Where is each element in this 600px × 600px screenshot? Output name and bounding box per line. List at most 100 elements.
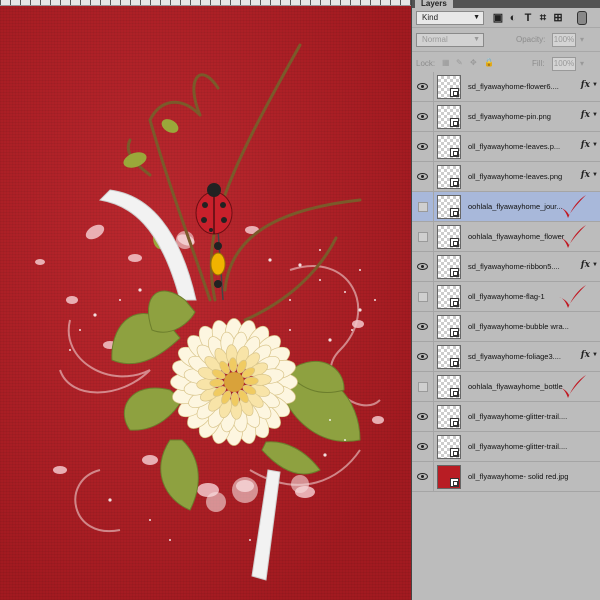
layer-name[interactable]: sd_flyawayhome-flower6.... xyxy=(468,81,576,93)
layer-row[interactable]: oll_flyawayhome- solid red.jpg xyxy=(412,462,600,492)
smart-object-icon xyxy=(450,88,459,97)
layer-name[interactable]: oll_flyawayhome-bubble wra... xyxy=(468,321,576,333)
checkmark-icon xyxy=(559,195,586,218)
visibility-toggle[interactable] xyxy=(412,102,434,132)
layer-row[interactable]: oohlala_flyawayhome_flower xyxy=(412,222,600,252)
layer-row[interactable]: oll_flyawayhome-leaves.png fx ▼ xyxy=(412,162,600,192)
lock-transparent-icon[interactable]: ▦ xyxy=(442,57,450,69)
layer-thumbnail[interactable] xyxy=(437,465,461,489)
visibility-toggle[interactable] xyxy=(412,282,434,312)
opacity-field[interactable]: 100% xyxy=(552,33,576,47)
lock-label: Lock: xyxy=(416,59,436,68)
chevron-down-icon[interactable]: ▾ xyxy=(580,58,584,70)
layer-thumbnail[interactable] xyxy=(437,315,461,339)
visibility-toggle[interactable] xyxy=(412,312,434,342)
chevron-down-icon[interactable]: ▼ xyxy=(592,112,598,118)
chevron-down-icon[interactable]: ▼ xyxy=(592,172,598,178)
visibility-toggle[interactable] xyxy=(412,252,434,282)
layer-row[interactable]: sd_flyawayhome-pin.png fx ▼ xyxy=(412,102,600,132)
image-filter-icon[interactable]: ▣ xyxy=(492,12,504,24)
layer-row[interactable]: oll_flyawayhome-bubble wra... xyxy=(412,312,600,342)
layer-row[interactable]: oll_flyawayhome-flag-1 xyxy=(412,282,600,312)
fill-field[interactable]: 100% xyxy=(552,57,576,71)
layer-thumbnail[interactable] xyxy=(437,375,461,399)
visibility-toggle[interactable] xyxy=(412,372,434,402)
dahlia-flower xyxy=(170,318,298,446)
eye-icon xyxy=(417,143,428,150)
visibility-toggle[interactable] xyxy=(412,132,434,162)
eye-icon xyxy=(417,323,428,330)
layer-name[interactable]: oll_flyawayhome-glitter-trail.... xyxy=(468,411,576,423)
eye-icon xyxy=(417,353,428,360)
layer-thumbnail[interactable] xyxy=(437,285,461,309)
chevron-down-icon[interactable]: ▼ xyxy=(592,82,598,88)
smart-object-filter-icon[interactable]: ⊞ xyxy=(552,12,564,24)
visibility-toggle[interactable] xyxy=(412,222,434,252)
hidden-icon xyxy=(418,232,428,242)
layer-row[interactable]: oll_flyawayhome-leaves.p... fx ▼ xyxy=(412,132,600,162)
lock-all-icon[interactable]: 🔒 xyxy=(484,57,494,69)
chevron-down-icon[interactable]: ▼ xyxy=(592,352,598,358)
checkmark-icon xyxy=(559,285,586,308)
layer-thumbnail[interactable] xyxy=(437,225,461,249)
layer-row[interactable]: sd_flyawayhome-ribbon5.... fx ▼ xyxy=(412,252,600,282)
layer-thumbnail[interactable] xyxy=(437,345,461,369)
chevron-down-icon[interactable]: ▾ xyxy=(580,34,584,46)
visibility-toggle[interactable] xyxy=(412,162,434,192)
layer-thumbnail[interactable] xyxy=(437,135,461,159)
layer-effects-icon[interactable]: fx xyxy=(581,110,590,120)
chevron-down-icon[interactable]: ▼ xyxy=(592,142,598,148)
blend-mode-dropdown[interactable]: Normal ▼ xyxy=(416,33,484,47)
layer-name[interactable]: sd_flyawayhome-ribbon5.... xyxy=(468,261,576,273)
layer-effects-icon[interactable]: fx xyxy=(581,350,590,360)
layer-effects-icon[interactable]: fx xyxy=(581,170,590,180)
adjustment-filter-icon[interactable]: ◐ xyxy=(507,12,519,24)
shape-filter-icon[interactable]: ⌗ xyxy=(537,12,549,24)
layer-thumbnail[interactable] xyxy=(437,105,461,129)
layers-tab[interactable]: Layers xyxy=(415,0,453,8)
layer-row[interactable]: sd_flyawayhome-foliage3.... fx ▼ xyxy=(412,342,600,372)
smart-object-icon xyxy=(450,178,459,187)
layer-name[interactable]: oll_flyawayhome-leaves.png xyxy=(468,171,576,183)
filter-toggle-icon[interactable] xyxy=(577,11,587,25)
visibility-toggle[interactable] xyxy=(412,462,434,492)
layer-thumbnail[interactable] xyxy=(437,75,461,99)
visibility-toggle[interactable] xyxy=(412,432,434,462)
checkmark-icon xyxy=(559,225,586,248)
eye-icon xyxy=(417,413,428,420)
chevron-down-icon[interactable]: ▼ xyxy=(592,262,598,268)
layer-row[interactable]: oohlala_flyawayhome_jour... xyxy=(412,192,600,222)
visibility-toggle[interactable] xyxy=(412,72,434,102)
layer-thumbnail[interactable] xyxy=(437,165,461,189)
visibility-toggle[interactable] xyxy=(412,342,434,372)
smart-object-icon xyxy=(450,238,459,247)
layer-name[interactable]: oll_flyawayhome- solid red.jpg xyxy=(468,471,576,483)
eye-icon xyxy=(417,113,428,120)
layer-thumbnail[interactable] xyxy=(437,195,461,219)
text-filter-icon[interactable]: T xyxy=(522,12,534,24)
layer-name[interactable]: oll_flyawayhome-leaves.p... xyxy=(468,141,576,153)
hidden-icon xyxy=(418,382,428,392)
smart-object-icon xyxy=(450,418,459,427)
lock-pixels-icon[interactable]: ✎ xyxy=(456,57,463,69)
layer-thumbnail[interactable] xyxy=(437,405,461,429)
filter-kind-dropdown[interactable]: Kind ▼ xyxy=(416,11,484,25)
layer-effects-icon[interactable]: fx xyxy=(581,80,590,90)
layer-row[interactable]: oll_flyawayhome-glitter-trail.... xyxy=(412,402,600,432)
visibility-toggle[interactable] xyxy=(412,192,434,222)
document-canvas[interactable] xyxy=(0,0,411,600)
layer-row[interactable]: oll_flyawayhome-glitter-trail.... xyxy=(412,432,600,462)
eye-icon xyxy=(417,83,428,90)
lock-position-icon[interactable]: ✥ xyxy=(470,57,477,69)
layer-thumbnail[interactable] xyxy=(437,255,461,279)
smart-object-icon xyxy=(450,448,459,457)
layer-thumbnail[interactable] xyxy=(437,435,461,459)
layer-effects-icon[interactable]: fx xyxy=(581,260,590,270)
layer-row[interactable]: oohlala_flyawayhome_bottle xyxy=(412,372,600,402)
visibility-toggle[interactable] xyxy=(412,402,434,432)
layer-name[interactable]: sd_flyawayhome-pin.png xyxy=(468,111,576,123)
layer-effects-icon[interactable]: fx xyxy=(581,140,590,150)
layer-name[interactable]: sd_flyawayhome-foliage3.... xyxy=(468,351,576,363)
layer-row[interactable]: sd_flyawayhome-flower6.... fx ▼ xyxy=(412,72,600,102)
layer-name[interactable]: oll_flyawayhome-glitter-trail.... xyxy=(468,441,576,453)
